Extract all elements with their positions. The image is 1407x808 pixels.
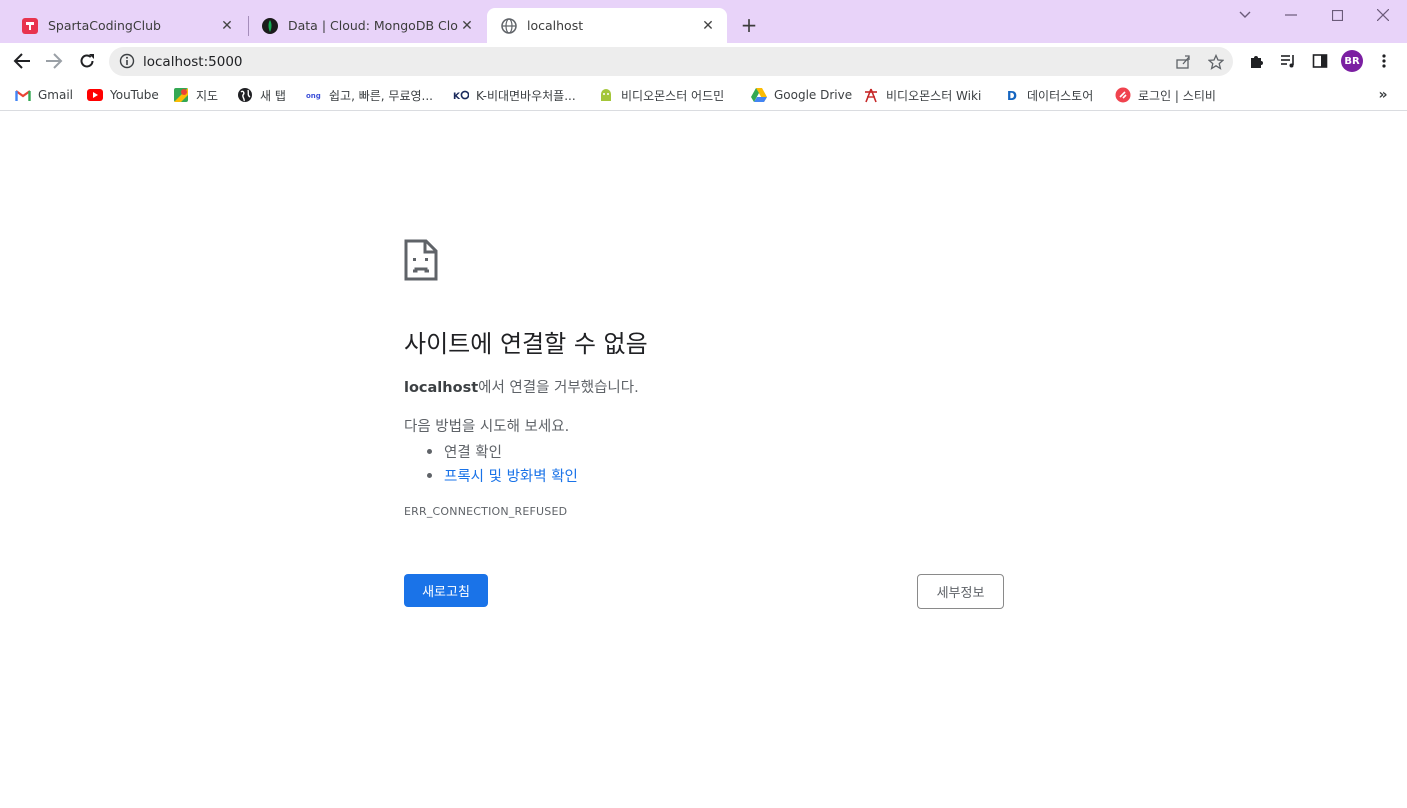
menu-kebab-icon[interactable]: [1370, 47, 1398, 75]
datastore-icon: D: [1004, 87, 1020, 103]
error-description: localhost에서 연결을 거부했습니다.: [404, 376, 639, 397]
bookmark-label: 로그인 | 스티비: [1138, 88, 1216, 103]
extensions-icon[interactable]: [1242, 47, 1270, 75]
bookmark-gmail[interactable]: Gmail: [15, 84, 73, 106]
bookmark-google-drive[interactable]: Google Drive: [751, 84, 852, 106]
bookmarks-bar: Gmail YouTube 지도 새 탭 ong 쉽고, 빠른, 무료영... …: [0, 79, 1407, 111]
tab-search-icon[interactable]: [1236, 6, 1254, 24]
bookmark-label: 지도: [196, 88, 219, 103]
site-info-icon[interactable]: [119, 53, 135, 69]
bookmark-label: 비디오몬스터 어드민: [621, 88, 725, 103]
reload-icon[interactable]: [73, 47, 101, 75]
tab-localhost[interactable]: localhost ✕: [487, 8, 727, 43]
bookmark-star-icon[interactable]: [1206, 52, 1226, 72]
forward-button[interactable]: [40, 47, 68, 75]
bookmark-datastore[interactable]: D 데이터스토어: [1004, 84, 1093, 106]
error-title: 사이트에 연결할 수 없음: [404, 330, 648, 358]
bookmark-videomonster-wiki[interactable]: 비디오몬스터 Wiki: [863, 84, 981, 106]
bookmark-label: 데이터스토어: [1027, 88, 1094, 103]
minimize-icon[interactable]: [1282, 6, 1300, 24]
more-bookmarks-icon[interactable]: »: [1374, 84, 1392, 106]
tab-title: localhost: [527, 18, 584, 33]
bookmark-label: 새 탭: [260, 88, 286, 103]
tab-title: Data | Cloud: MongoDB Cloud: [288, 18, 458, 33]
suggestions-list: 연결 확인 프록시 및 방화벽 확인: [427, 439, 578, 487]
stibee-icon: [1115, 87, 1131, 103]
svg-text:ong: ong: [306, 92, 321, 100]
mongodb-leaf-icon: [262, 17, 278, 34]
error-code: ERR_CONNECTION_REFUSED: [404, 505, 568, 518]
tab-title: SpartaCodingClub: [48, 18, 161, 33]
sad-page-icon: [404, 239, 438, 281]
bookmark-stibee[interactable]: 로그인 | 스티비: [1115, 84, 1216, 106]
url-input[interactable]: [143, 47, 1143, 76]
google-drive-icon: [751, 87, 767, 103]
reload-button[interactable]: 새로고침: [404, 574, 488, 607]
close-tab-icon[interactable]: ✕: [699, 17, 717, 35]
browser-toolbar: BR: [0, 43, 1407, 79]
bookmark-maps[interactable]: 지도: [173, 84, 218, 106]
suggestion-check-connection: 연결 확인: [444, 444, 502, 461]
bookmark-label: YouTube: [110, 88, 159, 102]
suggestion-item: 프록시 및 방화벽 확인: [427, 463, 578, 487]
svg-text:K: K: [453, 92, 461, 101]
suggestions-heading: 다음 방법을 시도해 보세요.: [404, 419, 570, 435]
kvoucher-icon: K: [453, 87, 469, 103]
bookmark-label: Gmail: [38, 88, 74, 102]
bookmark-kvoucher[interactable]: K K-비대면바우처플...: [453, 84, 576, 106]
bookmark-videomonster-admin[interactable]: 비디오몬스터 어드민: [598, 84, 724, 106]
maximize-icon[interactable]: [1328, 6, 1346, 24]
tab-mongodb[interactable]: Data | Cloud: MongoDB Cloud ✕: [248, 8, 486, 43]
ong-icon: ong: [306, 87, 322, 103]
bookmark-label: Google Drive: [774, 88, 853, 102]
close-window-icon[interactable]: [1374, 6, 1392, 24]
globe-icon: [501, 17, 517, 34]
android-icon: [598, 87, 614, 103]
svg-text:D: D: [1007, 89, 1017, 102]
bookmark-youtube[interactable]: YouTube: [87, 84, 159, 106]
address-bar[interactable]: [109, 47, 1233, 76]
new-tab-button[interactable]: +: [737, 13, 761, 37]
bookmark-new-tab[interactable]: 새 탭: [237, 84, 286, 106]
bullet: [427, 472, 432, 478]
tab-spartacodingclub[interactable]: SpartaCodingClub ✕: [8, 8, 246, 43]
share-icon[interactable]: [1173, 52, 1193, 72]
error-page: 사이트에 연결할 수 없음 localhost에서 연결을 거부했습니다. 다음…: [0, 112, 1407, 808]
gmail-icon: [15, 87, 31, 103]
suggestion-item: 연결 확인: [427, 439, 578, 463]
youtube-icon: [87, 87, 103, 103]
error-host: localhost: [404, 380, 479, 396]
media-queue-icon[interactable]: [1274, 47, 1302, 75]
check-proxy-firewall-link[interactable]: 프록시 및 방화벽 확인: [444, 465, 578, 486]
globe-icon: [237, 87, 253, 103]
bookmark-label: 비디오몬스터 Wiki: [886, 88, 982, 103]
side-panel-icon[interactable]: [1306, 47, 1334, 75]
bullet: [427, 448, 432, 454]
back-button[interactable]: [8, 47, 36, 75]
maps-icon: [173, 87, 189, 103]
bookmark-ong[interactable]: ong 쉽고, 빠른, 무료영...: [306, 84, 433, 106]
bookmark-label: 쉽고, 빠른, 무료영...: [329, 88, 433, 103]
close-tab-icon[interactable]: ✕: [458, 17, 476, 35]
details-button[interactable]: 세부정보: [917, 574, 1004, 609]
tab-strip: SpartaCodingClub ✕ Data | Cloud: MongoDB…: [0, 0, 1407, 43]
bookmark-label: K-비대면바우처플...: [476, 88, 576, 103]
profile-avatar[interactable]: BR: [1341, 50, 1363, 72]
error-description-suffix: 에서 연결을 거부했습니다.: [478, 380, 639, 396]
wiki-icon: [863, 87, 879, 103]
sparta-logo-icon: [22, 17, 38, 34]
close-tab-icon[interactable]: ✕: [218, 17, 236, 35]
